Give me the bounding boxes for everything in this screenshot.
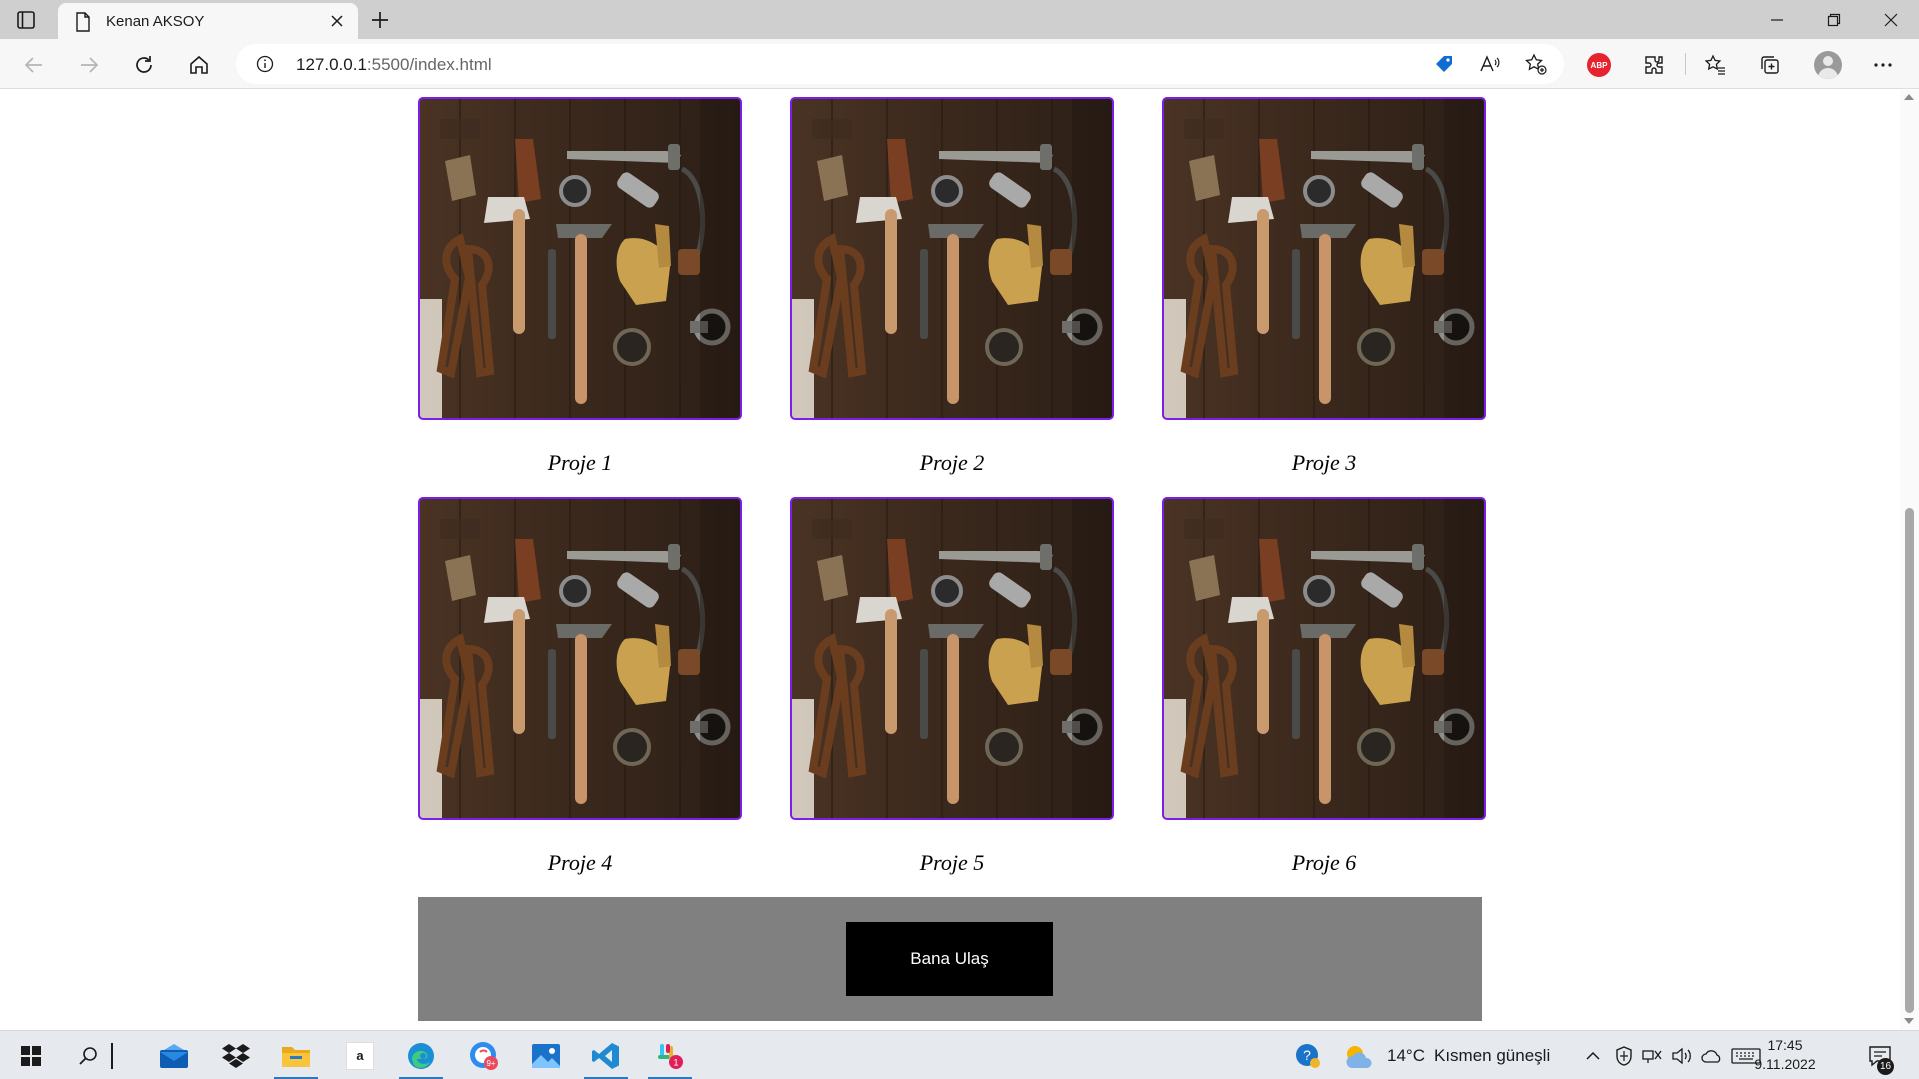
favorites-icon[interactable] — [1702, 52, 1728, 78]
refresh-icon[interactable] — [131, 52, 157, 78]
collections-icon[interactable] — [1757, 52, 1783, 78]
minimize-icon[interactable] — [1749, 0, 1805, 39]
read-aloud-icon[interactable] — [1478, 52, 1502, 81]
project-image[interactable] — [1162, 497, 1486, 820]
project-caption: Proje 5 — [919, 850, 985, 875]
project-caption: Proje 4 — [547, 850, 613, 875]
contact-section: Bana Ulaş — [418, 897, 1482, 1021]
browser-tab[interactable]: Kenan AKSOY — [58, 3, 358, 39]
project-card[interactable]: Proje 3 — [1162, 97, 1486, 476]
weather-temperature[interactable]: 14°C — [1387, 1046, 1425, 1066]
profile-avatar[interactable] — [1813, 50, 1843, 80]
scroll-up-icon[interactable] — [1904, 94, 1914, 100]
project-caption: Proje 6 — [1291, 850, 1357, 875]
taskbar-divider — [102, 1031, 122, 1079]
photos-icon[interactable] — [520, 1031, 572, 1079]
project-card[interactable]: Proje 2 — [790, 97, 1114, 476]
project-caption: Proje 2 — [919, 450, 985, 475]
project-card[interactable]: Proje 5 — [790, 497, 1114, 876]
back-icon[interactable] — [21, 52, 47, 78]
forward-icon[interactable] — [76, 52, 102, 78]
adblock-extension-icon[interactable]: ABP — [1586, 52, 1612, 78]
system-clock[interactable]: 17:45 9.11.2022 — [1745, 1036, 1825, 1074]
project-image[interactable] — [1162, 97, 1486, 420]
info-icon[interactable] — [256, 55, 274, 78]
project-card[interactable]: Proje 6 — [1162, 497, 1486, 876]
file-explorer-icon[interactable] — [270, 1031, 322, 1079]
notification-count-badge: 16 — [1877, 1058, 1894, 1075]
toolbar-divider — [1685, 53, 1686, 75]
weather-icon[interactable] — [1338, 1031, 1378, 1079]
project-image[interactable] — [790, 97, 1114, 420]
tab-actions-icon[interactable] — [14, 8, 38, 32]
vscode-icon[interactable] — [580, 1031, 632, 1079]
mail-icon[interactable] — [148, 1031, 200, 1079]
price-tag-icon[interactable] — [1432, 52, 1456, 81]
home-icon[interactable] — [186, 52, 212, 78]
page-icon — [75, 12, 91, 37]
svg-text:?: ? — [1303, 1047, 1311, 1063]
security-shield-icon[interactable] — [1609, 1031, 1639, 1079]
browser-toolbar: 127.0.0.1:5500/index.html ABP — [0, 39, 1919, 89]
amazon-icon[interactable]: a — [334, 1031, 386, 1079]
page-content: Proje 1 Proje 2 Proje 3 Proje 4 Proje 5 … — [0, 90, 1900, 1030]
close-window-icon[interactable] — [1863, 0, 1919, 39]
new-tab-icon[interactable] — [368, 8, 392, 37]
network-icon[interactable] — [1638, 1031, 1668, 1079]
url-text: 127.0.0.1:5500/index.html — [296, 55, 492, 74]
scroll-thumb[interactable] — [1905, 508, 1914, 1013]
project-caption: Proje 3 — [1291, 450, 1357, 475]
project-card[interactable]: Proje 4 — [418, 497, 742, 876]
project-card[interactable]: Proje 1 — [418, 97, 742, 476]
weather-description[interactable]: Kısmen güneşli — [1434, 1046, 1550, 1066]
project-image[interactable] — [790, 497, 1114, 820]
address-bar[interactable]: 127.0.0.1:5500/index.html — [236, 44, 1564, 84]
volume-icon[interactable] — [1667, 1031, 1697, 1079]
restore-icon[interactable] — [1806, 0, 1862, 39]
project-image[interactable] — [418, 497, 742, 820]
clock-date: 9.11.2022 — [1754, 1056, 1816, 1072]
svg-text:1: 1 — [673, 1057, 678, 1067]
chat-app-icon[interactable]: 9+ — [458, 1031, 510, 1079]
close-tab-icon[interactable] — [328, 12, 346, 35]
tab-bar: Kenan AKSOY — [0, 0, 1919, 39]
clock-time: 17:45 — [1767, 1037, 1803, 1053]
extensions-icon[interactable] — [1641, 52, 1667, 78]
windows-start-icon[interactable] — [5, 1031, 57, 1079]
tab-title: Kenan AKSOY — [106, 13, 205, 30]
onedrive-icon[interactable] — [1697, 1031, 1727, 1079]
project-caption: Proje 1 — [547, 450, 613, 475]
chevron-up-icon[interactable] — [1578, 1031, 1608, 1079]
windows-taskbar: a 9+ 1 ? 14°C Kısmen güneşli 17:45 9.11. — [0, 1030, 1919, 1079]
scroll-down-icon[interactable] — [1904, 1018, 1914, 1024]
project-image[interactable] — [418, 97, 742, 420]
add-favorite-icon[interactable] — [1524, 52, 1548, 81]
slack-icon[interactable]: 1 — [644, 1031, 696, 1079]
contact-button[interactable]: Bana Ulaş — [846, 922, 1053, 996]
more-menu-icon[interactable] — [1870, 52, 1896, 78]
page-scrollbar[interactable] — [1900, 90, 1919, 1030]
dropbox-icon[interactable] — [210, 1031, 262, 1079]
edge-browser-icon[interactable] — [395, 1031, 447, 1079]
help-icon[interactable]: ? — [1288, 1031, 1328, 1079]
svg-text:9+: 9+ — [486, 1059, 495, 1068]
